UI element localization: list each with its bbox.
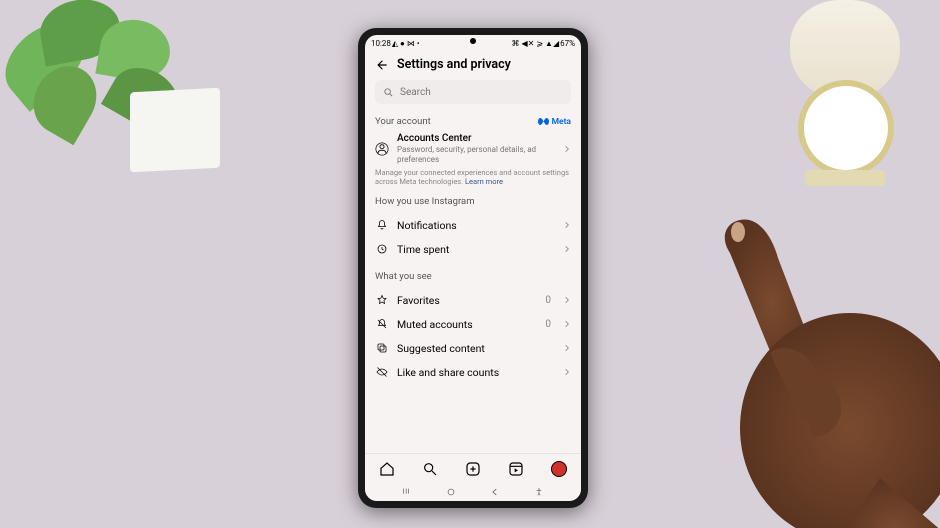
status-battery: 67% — [560, 39, 575, 48]
row-favorites[interactable]: Favorites 0 — [375, 288, 571, 312]
accounts-center-sub: Password, security, personal details, ad… — [397, 145, 555, 164]
row-muted-accounts[interactable]: Muted accounts 0 — [375, 312, 571, 336]
bottom-nav — [365, 453, 581, 483]
status-right-icons: ⌘ ◀✕ ⩾ ▲◢ — [512, 39, 560, 48]
search-placeholder: Search — [400, 87, 431, 98]
decorative-clock — [780, 0, 910, 180]
section-how-you-use: How you use Instagram — [375, 196, 571, 207]
android-back[interactable] — [488, 487, 502, 497]
chevron-right-icon — [563, 368, 571, 376]
row-notifications[interactable]: Notifications — [375, 213, 571, 237]
row-time-spent[interactable]: Time spent — [375, 237, 571, 261]
page-title: Settings and privacy — [397, 57, 511, 72]
chevron-right-icon — [563, 344, 571, 352]
eye-off-icon — [375, 366, 389, 378]
bell-icon — [375, 219, 389, 231]
search-input[interactable]: Search — [375, 80, 571, 104]
chevron-right-icon — [563, 296, 571, 304]
accounts-center-footnote: Manage your connected experiences and ac… — [375, 168, 571, 186]
accounts-center-row[interactable]: Accounts Center Password, security, pers… — [375, 133, 571, 164]
content-icon — [375, 342, 389, 354]
chevron-right-icon — [563, 145, 571, 153]
person-icon — [375, 142, 389, 156]
status-time: 10:28 — [371, 39, 391, 48]
nav-create[interactable] — [465, 461, 481, 477]
clock-icon — [375, 243, 389, 255]
chevron-right-icon — [563, 221, 571, 229]
page-header: Settings and privacy — [365, 51, 581, 80]
status-left-icons: ◭ ● ⋈ • — [392, 39, 420, 48]
section-your-account: Your account — [375, 116, 431, 127]
bell-off-icon — [375, 318, 389, 330]
nav-search[interactable] — [422, 461, 438, 477]
android-recents[interactable] — [400, 487, 414, 497]
accounts-center-title: Accounts Center — [397, 133, 555, 145]
favorites-count: 0 — [545, 295, 551, 306]
search-icon — [383, 87, 394, 98]
android-home[interactable] — [444, 487, 458, 497]
back-button[interactable] — [375, 58, 389, 72]
muted-count: 0 — [545, 319, 551, 330]
learn-more-link[interactable]: Learn more — [465, 177, 503, 186]
chevron-right-icon — [563, 245, 571, 253]
row-suggested-content[interactable]: Suggested content — [375, 336, 571, 360]
meta-brand: Meta — [538, 117, 571, 127]
star-icon — [375, 294, 389, 306]
nav-profile[interactable] — [551, 461, 567, 477]
phone-frame: 10:28 ◭ ● ⋈ • ⌘ ◀✕ ⩾ ▲◢ 67% Settings and… — [358, 28, 588, 508]
nav-reels[interactable] — [508, 461, 524, 477]
android-nav-bar — [365, 483, 581, 501]
chevron-right-icon — [563, 320, 571, 328]
row-like-share-counts[interactable]: Like and share counts — [375, 360, 571, 384]
section-what-you-see: What you see — [375, 271, 571, 282]
android-accessibility[interactable] — [532, 487, 546, 497]
nav-home[interactable] — [379, 461, 395, 477]
camera-hole — [470, 38, 476, 44]
decorative-plant — [0, 0, 220, 200]
